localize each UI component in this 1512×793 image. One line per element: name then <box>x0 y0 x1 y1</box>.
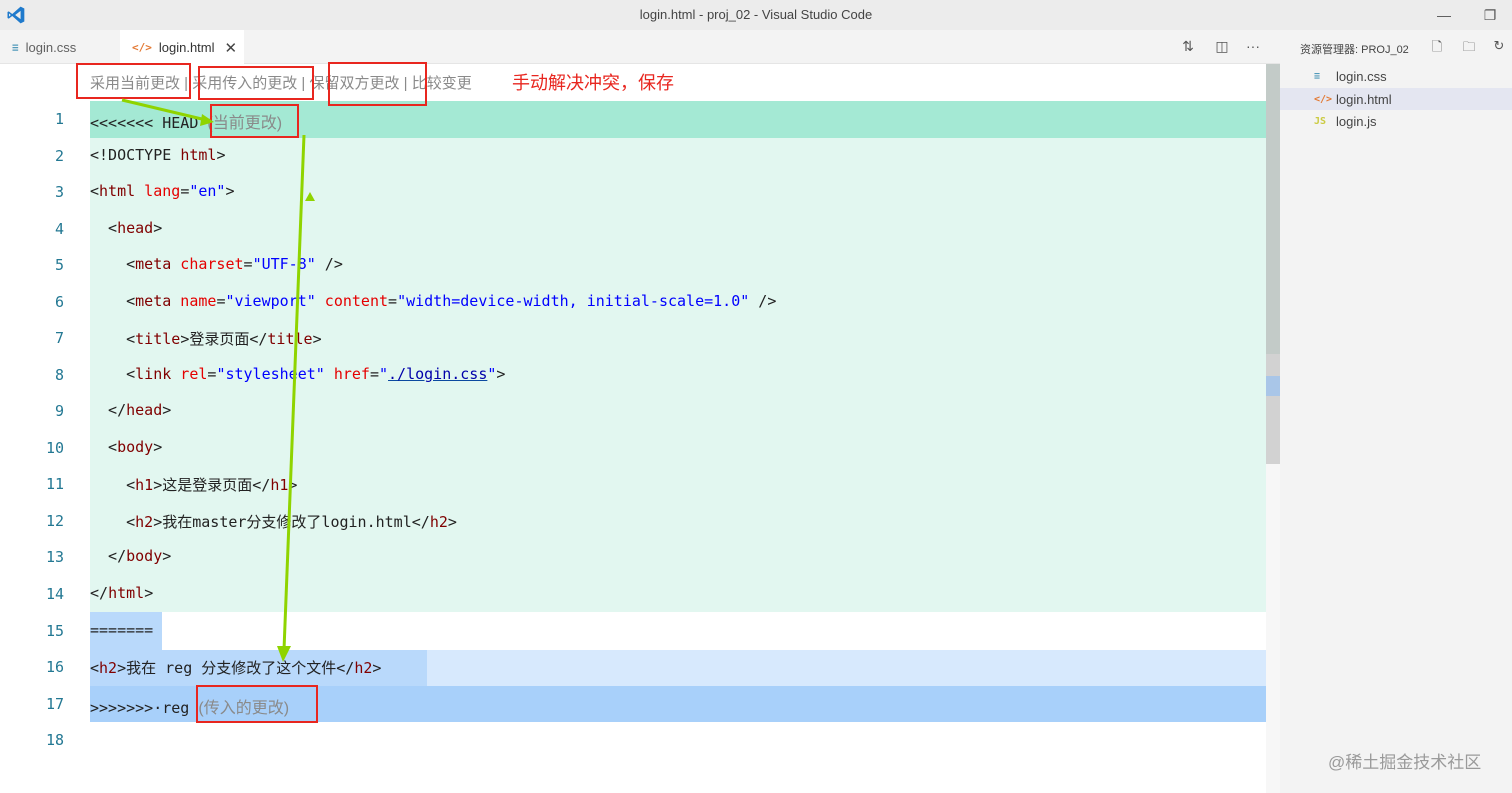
line-number: 13 <box>45 548 64 566</box>
compare-changes-icon[interactable]: ⇅ <box>1178 38 1198 56</box>
file-label: login.html <box>1336 91 1392 107</box>
explorer-panel: 资源管理器: PROJ_02 🗋 🗀 ↻ ≡ login.css </> log… <box>1280 30 1512 793</box>
line-number: 2 <box>54 147 64 165</box>
code-line-12: 12 <h2>我在master分支修改了login.html</h2> <box>0 503 1280 540</box>
line-number: 17 <box>45 695 64 713</box>
code-text: <link rel="stylesheet" href="./login.css… <box>90 365 506 383</box>
line-number: 15 <box>45 622 64 640</box>
code-line-6: 6 <meta name="viewport" content="width=d… <box>0 284 1280 321</box>
refresh-icon[interactable]: ↻ <box>1490 38 1508 56</box>
css-link[interactable]: ./login.css <box>388 365 487 383</box>
code-line-13: 13 </body> <box>0 539 1280 576</box>
code-text: <html lang="en"> <box>90 182 235 200</box>
line-number: 9 <box>54 402 64 420</box>
code-text: <h2>我在master分支修改了login.html</h2> <box>90 513 457 531</box>
line-number: 4 <box>54 220 64 238</box>
code-editor[interactable]: 采用当前更改 | 采用传入的更改 | 保留双方更改 | 比较变更 手动解决冲突，… <box>0 64 1280 793</box>
new-folder-icon[interactable]: 🗀 <box>1460 38 1478 56</box>
code-line-2: 2 <!DOCTYPE html> <box>0 138 1280 175</box>
code-line-11: 11 <h1>这是登录页面</h1> <box>0 466 1280 503</box>
editor-tab-bar: ≡ login.css </> login.html ✕ ⇅ ◫ ··· <box>0 30 1280 65</box>
line-number: 7 <box>54 329 64 347</box>
code-text: <meta name="viewport" content="width=dev… <box>90 292 777 310</box>
code-line-4: 4 <head> <box>0 211 1280 248</box>
tab-label: login.html <box>158 40 215 55</box>
code-text: <body> <box>90 438 163 456</box>
code-line-18: 18 <box>0 722 1280 759</box>
close-icon[interactable]: ✕ <box>225 39 238 57</box>
code-line-7: 7 <title>登录页面</title> <box>0 320 1280 357</box>
tab-login-css[interactable]: ≡ login.css <box>0 30 118 64</box>
scrollbar-incoming-marker <box>1266 376 1280 396</box>
line-number: 8 <box>54 366 64 384</box>
restore-button[interactable]: ❐ <box>1478 4 1502 26</box>
line-number: 1 <box>54 110 64 128</box>
file-label: login.js <box>1336 113 1377 129</box>
line-number: 3 <box>54 183 64 201</box>
more-actions-icon[interactable]: ··· <box>1243 38 1263 56</box>
scrollbar-thumb[interactable] <box>1266 64 1280 464</box>
line-number: 10 <box>45 439 64 457</box>
annotation-box-accept-incoming <box>198 66 314 100</box>
annotation-box-accept-current <box>76 63 191 99</box>
code-text: <head> <box>90 219 163 237</box>
code-text: <meta charset="UTF-8" /> <box>90 255 343 273</box>
tab-login-html[interactable]: </> login.html ✕ <box>120 30 244 65</box>
code-text: <!DOCTYPE html> <box>90 146 226 164</box>
new-file-icon[interactable]: 🗋 <box>1428 38 1446 56</box>
code-line-5: 5 <meta charset="UTF-8" /> <box>0 247 1280 284</box>
code-text: <title>登录页面</title> <box>90 330 322 348</box>
annotation-box-incoming-hint <box>196 685 318 723</box>
code-text: <h1>这是登录页面</h1> <box>90 476 298 494</box>
line-number: 18 <box>45 731 64 749</box>
explorer-file-login-css[interactable]: ≡ login.css <box>1280 65 1512 87</box>
window-title: login.html - proj_02 - Visual Studio Cod… <box>639 7 873 22</box>
code-line-8: 8 <link rel="stylesheet" href="./login.c… <box>0 357 1280 394</box>
code-line-16: 16 <h2>我在 reg 分支修改了这个文件</h2> <box>0 649 1280 686</box>
code-line-10: 10 <body> <box>0 430 1280 467</box>
code-text: </body> <box>90 547 172 565</box>
css-file-icon: ≡ <box>1314 70 1321 82</box>
minimize-button[interactable]: — <box>1432 4 1456 26</box>
css-file-icon: ≡ <box>12 40 19 54</box>
code-line-15: 15 ======= <box>0 613 1280 650</box>
js-file-icon: JS <box>1314 115 1327 127</box>
code-line-1: 1 <<<<<<< HEAD (当前更改) <box>0 101 1280 138</box>
file-label: login.css <box>1336 68 1387 84</box>
line-number: 6 <box>54 293 64 311</box>
code-text: </head> <box>90 401 172 419</box>
code-text: ======= <box>90 621 154 639</box>
annotation-box-current-hint <box>210 104 299 138</box>
html-file-icon: </> <box>132 41 152 54</box>
code-line-3: 3 <html lang="en"> <box>0 174 1280 211</box>
code-text: <h2>我在 reg 分支修改了这个文件</h2> <box>90 659 382 677</box>
title-bar: login.html - proj_02 - Visual Studio Cod… <box>0 0 1512 30</box>
explorer-title: 资源管理器: PROJ_02 <box>1300 44 1409 56</box>
code-line-17: 17 >>>>>>>·reg (传入的更改) <box>0 686 1280 723</box>
explorer-file-login-js[interactable]: JS login.js <box>1280 110 1512 132</box>
annotation-note: 手动解决冲突，保存 <box>512 73 674 93</box>
line-number: 16 <box>45 658 64 676</box>
split-editor-icon[interactable]: ◫ <box>1212 38 1232 56</box>
code-line-14: 14 </html> <box>0 576 1280 613</box>
explorer-file-login-html[interactable]: </> login.html <box>1280 88 1512 110</box>
annotation-box-accept-both <box>328 62 427 106</box>
html-file-icon: </> <box>1314 93 1333 105</box>
watermark: @稀土掘金技术社区 <box>1328 753 1482 772</box>
tab-label: login.css <box>25 39 77 55</box>
code-text: </html> <box>90 584 154 602</box>
line-number: 14 <box>45 585 64 603</box>
code-line-9: 9 </head> <box>0 393 1280 430</box>
line-number: 5 <box>54 256 64 274</box>
line-number: 11 <box>45 475 64 493</box>
line-number: 12 <box>45 512 64 530</box>
